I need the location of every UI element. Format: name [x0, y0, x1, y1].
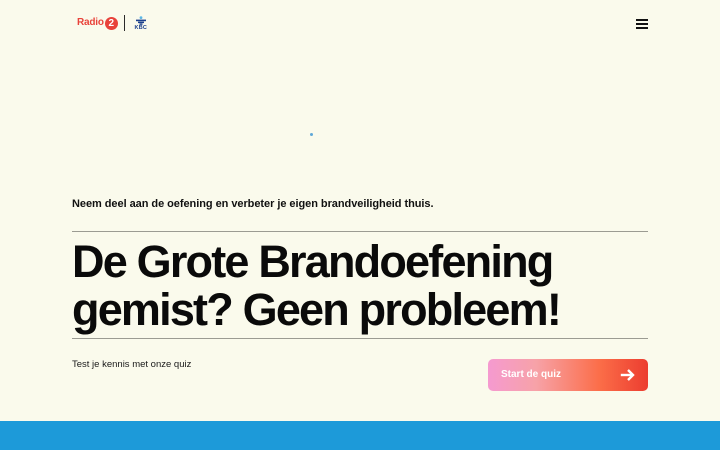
menu-bar-middle	[636, 23, 648, 25]
kbc-logo: KBC	[131, 15, 151, 31]
headline-top-divider	[72, 231, 648, 232]
radio2-logo-number: 2	[104, 16, 118, 30]
headline-line-1: De Grote Brandoefening	[72, 236, 554, 287]
radio2-kbc-logo[interactable]: Radio 2 KBC	[77, 14, 151, 32]
footer-band	[0, 421, 720, 450]
kbc-logo-text: KBC	[134, 24, 148, 31]
kbc-figure-icon	[135, 15, 146, 25]
quiz-prompt: Test je kennis met onze quiz	[72, 359, 192, 370]
menu-bar-bottom	[636, 27, 648, 29]
hero-subtitle: Neem deel aan de oefening en verbeter je…	[72, 198, 434, 210]
start-quiz-button[interactable]: Start de quiz	[488, 359, 648, 391]
site-header: Radio 2 KBC	[0, 0, 720, 46]
arrow-right-icon	[620, 369, 635, 381]
headline-bottom-divider	[72, 338, 648, 339]
start-quiz-label: Start de quiz	[501, 369, 562, 380]
hero-headline: De Grote Brandoefening gemist? Geen prob…	[72, 238, 672, 334]
radio2-logo-text: Radio	[77, 17, 104, 28]
logo-divider	[123, 15, 125, 31]
headline-line-2: gemist? Geen probleem!	[72, 284, 562, 335]
hamburger-menu-icon[interactable]	[634, 16, 650, 30]
loading-indicator	[310, 133, 313, 136]
menu-bar-top	[636, 19, 648, 21]
